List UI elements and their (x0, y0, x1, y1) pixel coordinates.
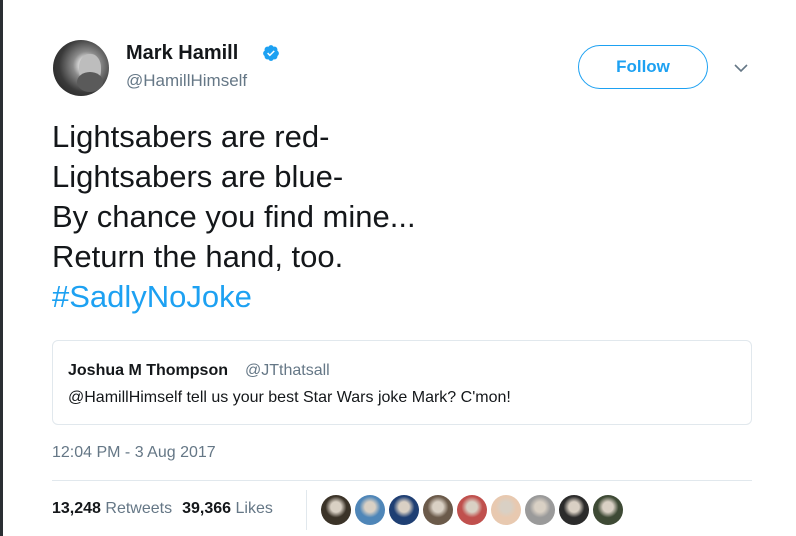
follow-button[interactable]: Follow (578, 45, 708, 89)
liker-avatar-6[interactable] (491, 495, 521, 525)
quoted-author-handle: @JTthatsall (245, 362, 330, 379)
liker-avatar-1[interactable] (321, 495, 351, 525)
quoted-author-name: Joshua M Thompson (68, 362, 228, 379)
tweet-line: By chance you find mine... (52, 199, 416, 234)
retweets-stat[interactable]: 13,248 Retweets (52, 500, 172, 517)
quoted-tweet[interactable]: Joshua M Thompson @JTthatsall @HamillHim… (52, 340, 752, 425)
quoted-tweet-text: @HamillHimself tell us your best Star Wa… (68, 389, 511, 406)
likes-label: Likes (235, 500, 273, 517)
retweets-label: Retweets (105, 500, 173, 517)
author-name[interactable]: Mark Hamill (126, 42, 238, 65)
tweet-text: Lightsabers are red- Lightsabers are blu… (52, 117, 416, 317)
tweet-line: Return the hand, too. (52, 239, 344, 274)
liker-avatar-3[interactable] (389, 495, 419, 525)
liker-avatar-7[interactable] (525, 495, 555, 525)
liker-avatar-4[interactable] (423, 495, 453, 525)
chevron-down-icon[interactable] (733, 62, 749, 74)
retweets-count: 13,248 (52, 500, 101, 517)
tweet-line: Lightsabers are red- (52, 119, 330, 154)
liker-avatar-9[interactable] (593, 495, 623, 525)
tweet-line: Lightsabers are blue- (52, 159, 344, 194)
likes-stat[interactable]: 39,366 Likes (182, 500, 273, 517)
stats-divider (306, 490, 307, 530)
avatar-beard (77, 72, 103, 92)
verified-badge-icon (263, 45, 279, 61)
liker-avatar-5[interactable] (457, 495, 487, 525)
tweet-timestamp[interactable]: 12:04 PM - 3 Aug 2017 (52, 444, 216, 462)
likes-count: 39,366 (182, 500, 232, 517)
hashtag-link[interactable]: #SadlyNoJoke (52, 277, 416, 317)
author-handle[interactable]: @HamillHimself (126, 71, 247, 91)
window-edge (0, 0, 3, 536)
tweet-stats: 13,248 Retweets 39,366 Likes (52, 500, 273, 518)
liker-avatar-2[interactable] (355, 495, 385, 525)
liker-avatar-8[interactable] (559, 495, 589, 525)
divider (52, 480, 752, 481)
author-avatar[interactable] (53, 40, 109, 96)
